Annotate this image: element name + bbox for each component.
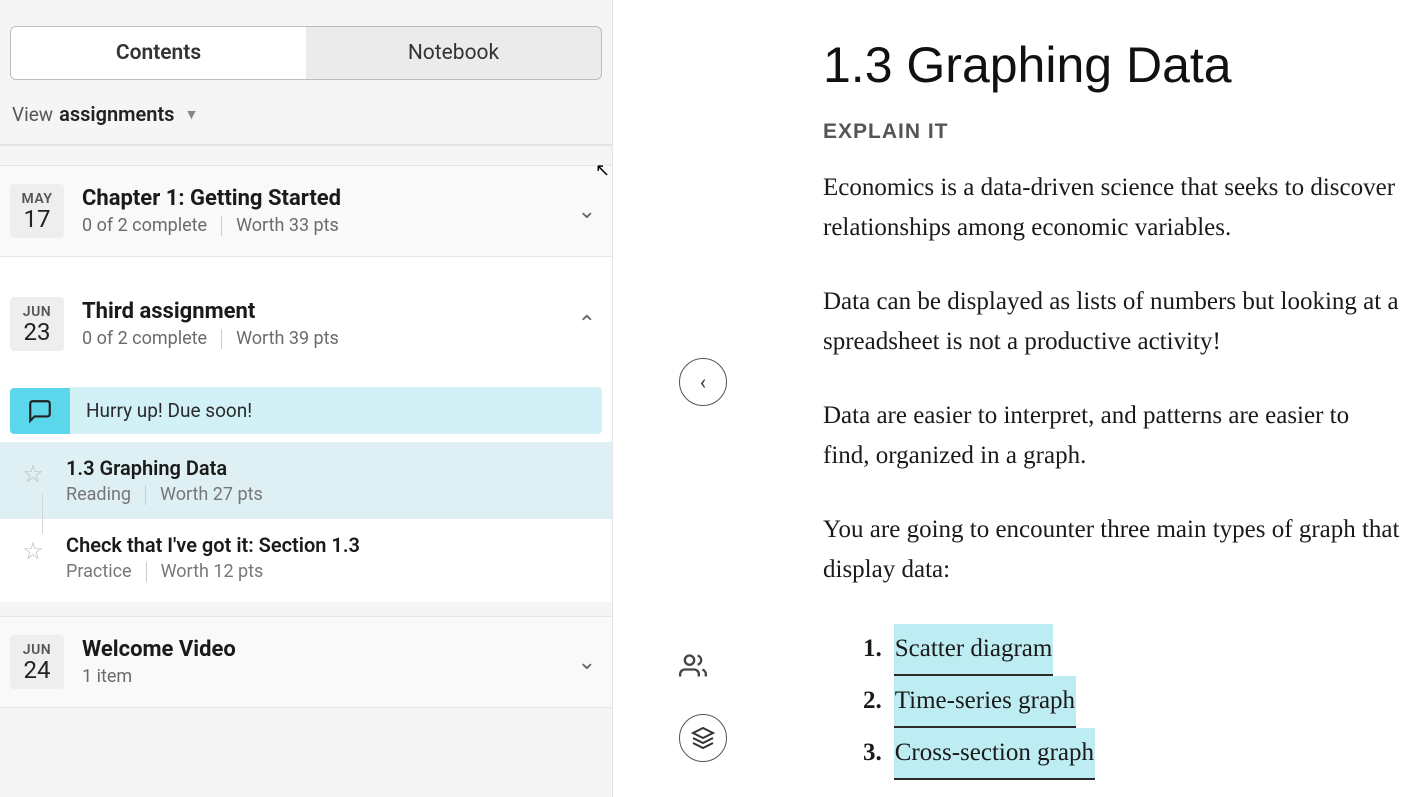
tab-notebook[interactable]: Notebook: [306, 27, 601, 79]
tab-contents[interactable]: Contents: [11, 27, 306, 79]
chevron-down-icon: ⌄: [578, 199, 596, 224]
assignment-body: Chapter 1: Getting Started 0 of 2 comple…: [82, 186, 578, 236]
assignment-row[interactable]: MAY 17 Chapter 1: Getting Started 0 of 2…: [0, 165, 612, 257]
date-day: 23: [24, 320, 51, 344]
reading-content: 1.3 Graphing Data EXPLAIN IT Economics i…: [613, 0, 1401, 780]
layers-icon: [691, 726, 715, 750]
star-column: ☆: [18, 533, 48, 565]
layers-button[interactable]: [679, 714, 727, 762]
assignment-progress: 0 of 2 complete: [82, 328, 207, 349]
meta-separator: [145, 485, 146, 505]
list-item: 3. Cross-section graph: [863, 728, 1401, 780]
spacer: [0, 602, 612, 616]
chevron-left-icon: ‹: [700, 370, 706, 394]
chevron-down-icon: ⌄: [578, 650, 596, 675]
assignment-progress: 1 item: [82, 666, 132, 687]
assignment-items: ☆ 1.3 Graphing Data Reading Worth 27 pts…: [0, 442, 612, 602]
alert-container: Hurry up! Due soon!: [0, 369, 612, 442]
date-block: JUN 23: [10, 297, 64, 351]
assignment-worth: Worth 39 pts: [236, 328, 339, 349]
star-column: ☆: [18, 456, 48, 488]
list-item: 1. Scatter diagram: [863, 624, 1401, 676]
assignment-meta: 0 of 2 complete Worth 33 pts: [82, 215, 578, 236]
assignment-row[interactable]: JUN 24 Welcome Video 1 item ⌄: [0, 616, 612, 708]
view-value: assignments: [59, 102, 174, 126]
paragraph: Data are easier to interpret, and patter…: [823, 396, 1401, 476]
section-label: EXPLAIN IT: [823, 120, 1401, 144]
date-day: 17: [24, 207, 51, 231]
glossary-term[interactable]: Scatter diagram: [894, 624, 1054, 676]
content-item[interactable]: ☆ 1.3 Graphing Data Reading Worth 27 pts: [0, 442, 612, 519]
glossary-term[interactable]: Cross-section graph: [894, 728, 1095, 780]
assignment-meta: 0 of 2 complete Worth 39 pts: [82, 328, 578, 349]
paragraph: You are going to encounter three main ty…: [823, 510, 1401, 590]
previous-page-button[interactable]: ‹: [679, 358, 727, 406]
page-title: 1.3 Graphing Data: [823, 36, 1401, 94]
meta-separator: [221, 216, 222, 236]
star-icon[interactable]: ☆: [22, 460, 44, 488]
assignment-body: Third assignment 0 of 2 complete Worth 3…: [82, 299, 578, 349]
assignment-meta: 1 item: [82, 666, 578, 687]
assignment-title: Third assignment: [82, 299, 578, 324]
content-item[interactable]: ☆ Check that I've got it: Section 1.3 Pr…: [0, 519, 612, 596]
item-title: Check that I've got it: Section 1.3: [66, 533, 596, 557]
assignment-progress: 0 of 2 complete: [82, 215, 207, 236]
star-icon[interactable]: ☆: [22, 537, 44, 565]
view-label: View: [12, 103, 53, 126]
assignment-title: Chapter 1: Getting Started: [82, 186, 578, 211]
assignment-title: Welcome Video: [82, 637, 578, 662]
date-block: MAY 17: [10, 184, 64, 238]
assignment-row[interactable]: JUN 23 Third assignment 0 of 2 complete …: [0, 279, 612, 369]
spacer: [0, 257, 612, 279]
item-body: 1.3 Graphing Data Reading Worth 27 pts: [66, 456, 596, 505]
due-soon-alert[interactable]: Hurry up! Due soon!: [10, 387, 602, 434]
item-title: 1.3 Graphing Data: [66, 456, 596, 480]
meta-separator: [146, 562, 147, 582]
tab-bar: Contents Notebook: [10, 26, 602, 80]
glossary-term[interactable]: Time-series graph: [894, 676, 1076, 728]
chevron-down-icon: ▼: [184, 106, 198, 123]
spacer: [0, 146, 612, 165]
item-body: Check that I've got it: Section 1.3 Prac…: [66, 533, 596, 582]
item-meta: Reading Worth 27 pts: [66, 484, 596, 505]
item-worth: Worth 12 pts: [161, 561, 264, 582]
item-worth: Worth 27 pts: [160, 484, 263, 505]
meta-separator: [221, 329, 222, 349]
content-panel: ‹ 1.3 Graphing Data EXPLAIN IT Economics…: [613, 0, 1401, 797]
graph-types-list: 1. Scatter diagram 2. Time-series graph …: [823, 624, 1401, 780]
assignment-body: Welcome Video 1 item: [82, 637, 578, 687]
date-block: JUN 24: [10, 635, 64, 689]
chevron-up-icon: ⌃: [578, 312, 596, 337]
sidebar: Contents Notebook View assignments ▼ MAY…: [0, 0, 613, 797]
paragraph: Data can be displayed as lists of number…: [823, 282, 1401, 362]
alert-text: Hurry up! Due soon!: [70, 387, 602, 434]
view-dropdown[interactable]: View assignments ▼: [0, 98, 612, 144]
list-item: 2. Time-series graph: [863, 676, 1401, 728]
item-type: Practice: [66, 561, 132, 582]
item-type: Reading: [66, 484, 131, 505]
comment-icon: [10, 388, 70, 434]
group-icon[interactable]: [679, 652, 707, 687]
date-day: 24: [24, 658, 51, 682]
paragraph: Economics is a data-driven science that …: [823, 168, 1401, 248]
assignment-worth: Worth 33 pts: [236, 215, 339, 236]
item-meta: Practice Worth 12 pts: [66, 561, 596, 582]
